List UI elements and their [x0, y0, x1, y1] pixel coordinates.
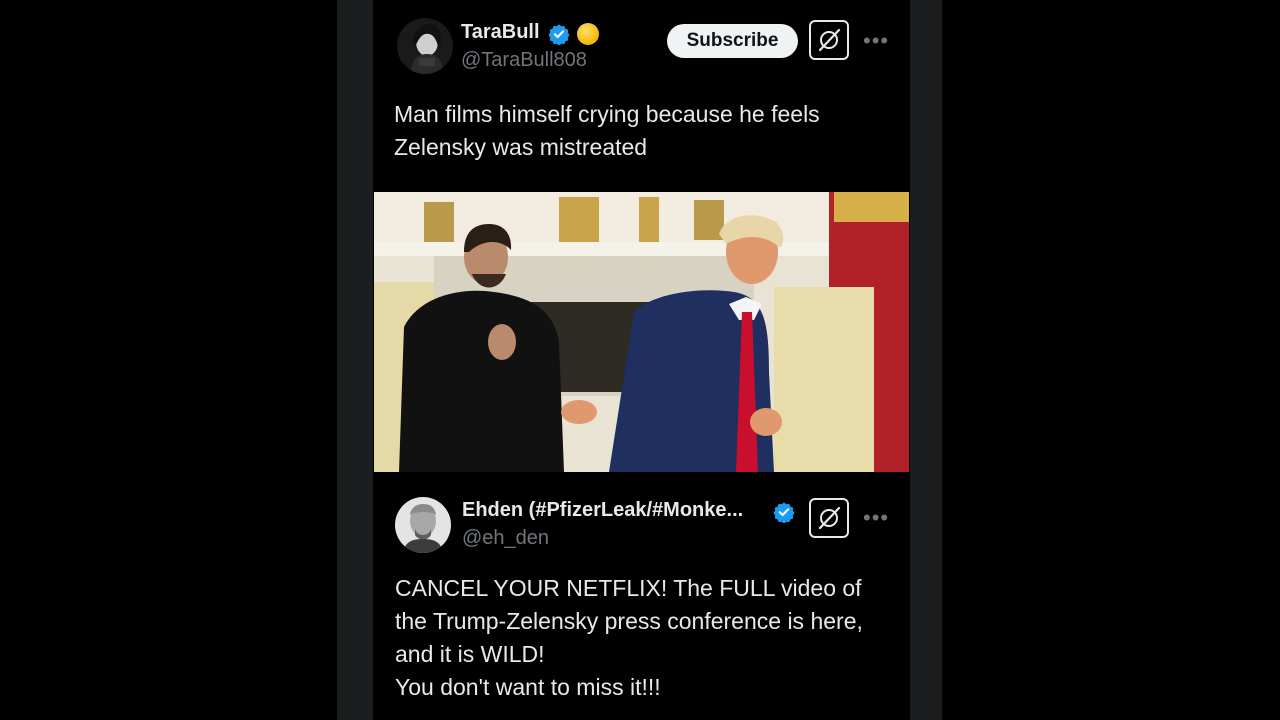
- tweet-author-name[interactable]: TaraBull: [461, 21, 540, 44]
- ehden-avatar[interactable]: [395, 497, 451, 553]
- quoted-author-name[interactable]: Ehden (#PfizerLeak/#Monke...: [462, 499, 743, 522]
- grok-icon[interactable]: [809, 498, 849, 538]
- verified-badge-icon: [548, 24, 570, 45]
- tweet-text-line-1: Man films himself crying because he feel…: [394, 101, 820, 127]
- more-options-icon[interactable]: •••: [863, 30, 889, 56]
- gold-coin-icon: [577, 23, 599, 45]
- quoted-text-line-4: You don't want to miss it!!!: [395, 674, 661, 700]
- quoted-text-line-3: and it is WILD!: [395, 641, 545, 667]
- quoted-text-line-2: the Trump-Zelensky press conference is h…: [395, 608, 863, 634]
- tweet-text-line-2: Zelensky was mistreated: [394, 134, 648, 160]
- grok-icon[interactable]: [809, 20, 849, 60]
- quoted-author-handle[interactable]: @eh_den: [462, 527, 549, 550]
- tweet-media-photo[interactable]: [374, 192, 909, 472]
- quoted-text-line-1: CANCEL YOUR NETFLIX! The FULL video of: [395, 575, 862, 601]
- tarabull-avatar[interactable]: [397, 18, 453, 74]
- verified-badge-icon: [773, 502, 795, 523]
- tweet-feed: TaraBull @TaraBull808 Subscribe ••• Man …: [373, 0, 910, 720]
- tweet-author-handle[interactable]: @TaraBull808: [461, 49, 587, 72]
- subscribe-button[interactable]: Subscribe: [667, 24, 798, 58]
- more-options-icon[interactable]: •••: [863, 507, 889, 533]
- right-letterbox-bar: [910, 0, 942, 720]
- left-letterbox-bar: [337, 0, 373, 720]
